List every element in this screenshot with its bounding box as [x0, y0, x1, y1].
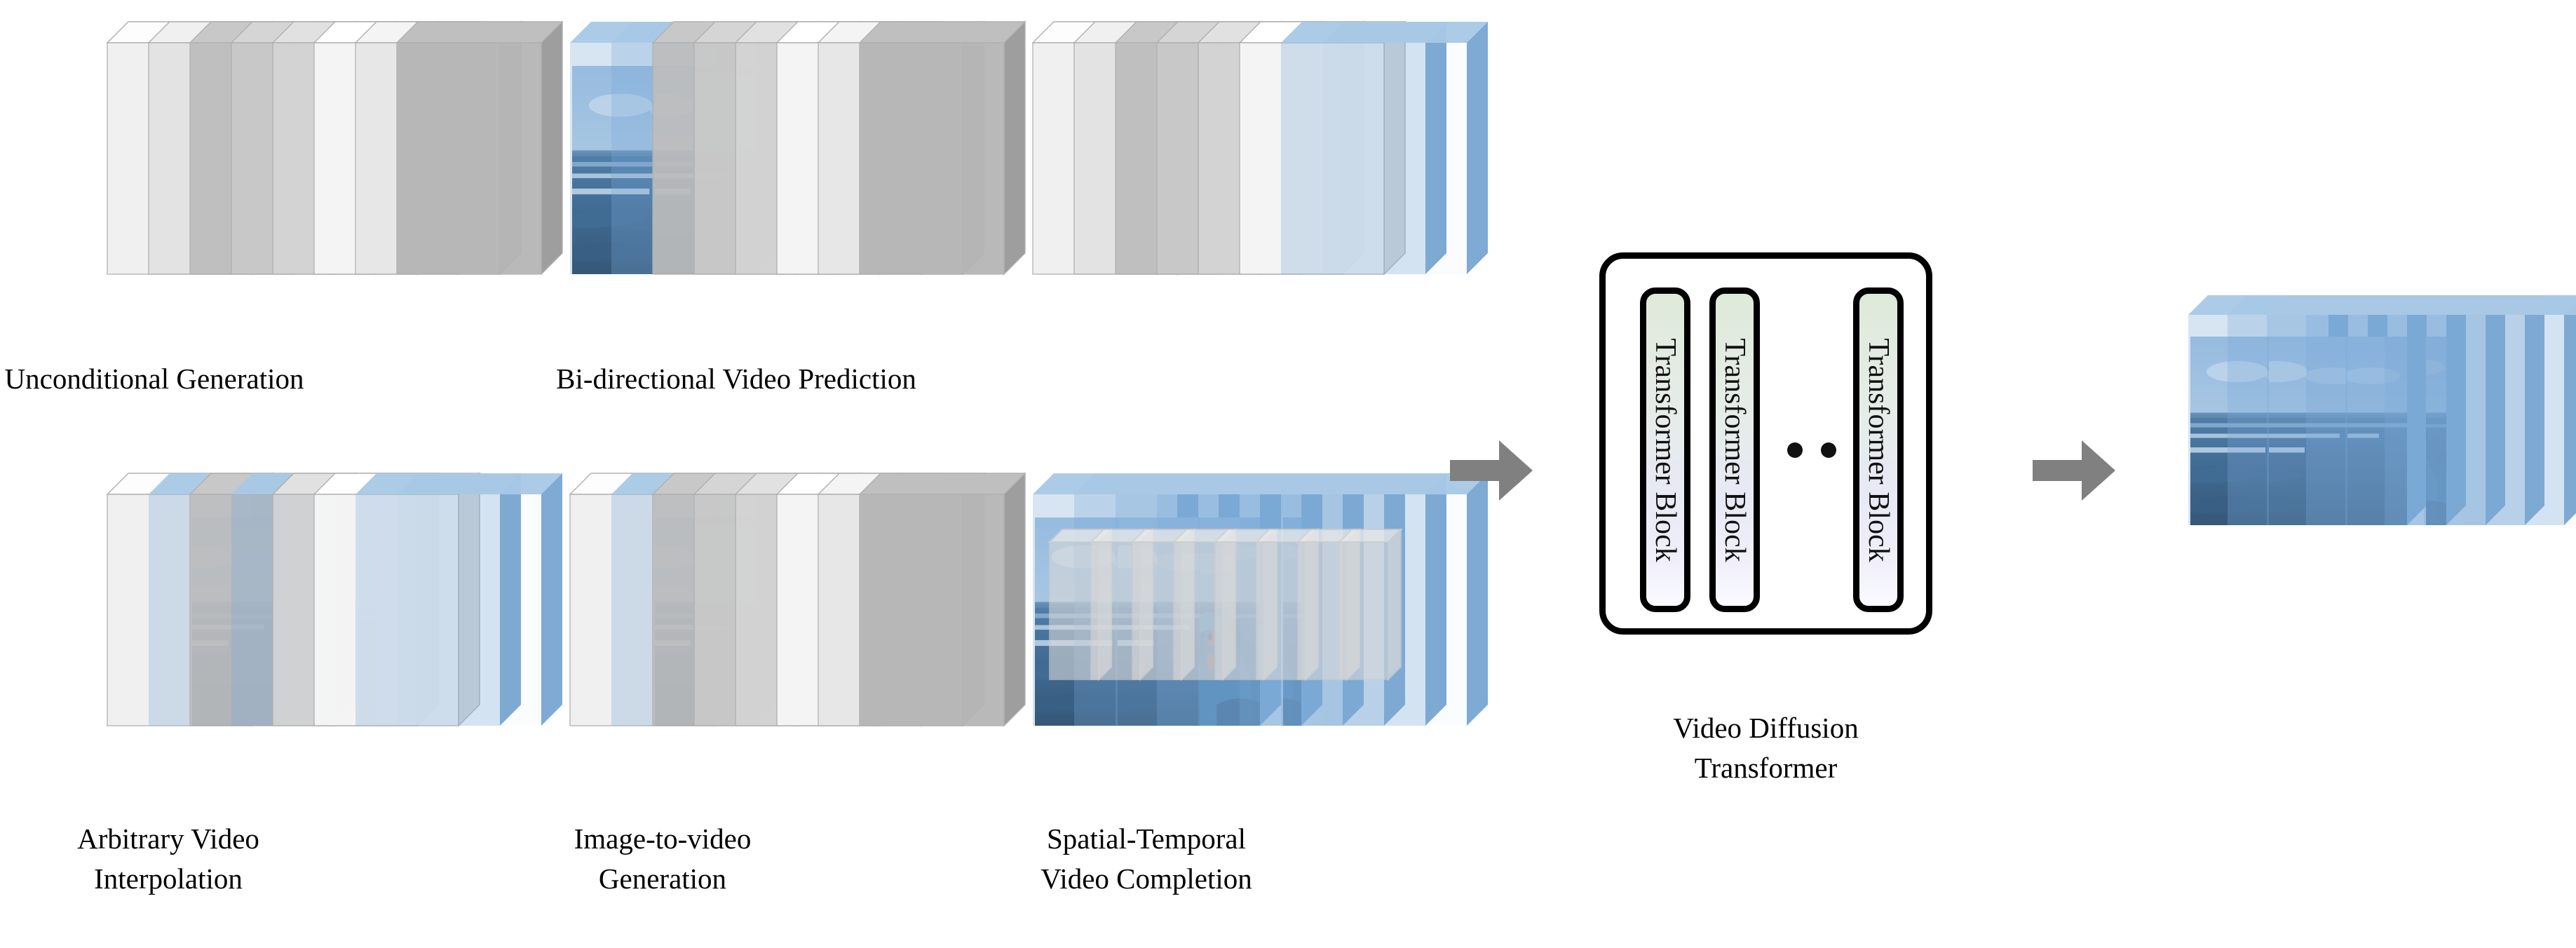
video-diffusion-transformer-container: Transformer Block Transformer Block Tran…	[1599, 252, 1932, 635]
arrow-model-to-output	[2033, 440, 2115, 501]
transformer-block-3[interactable]: Transformer Block	[1853, 287, 1904, 612]
transformer-block-2[interactable]: Transformer Block	[1709, 287, 1760, 612]
video-frame	[858, 20, 1026, 276]
figure-canvas: Unconditional Generation Bi-directional V…	[0, 0, 2576, 948]
frame-stack	[569, 472, 1026, 727]
mask-box	[1337, 527, 1403, 682]
frame-stack	[2188, 295, 2576, 525]
frame-stack	[570, 20, 1026, 276]
transformer-block-2-label: Transformer Block	[1719, 337, 1751, 562]
output-video-stack	[2186, 293, 2576, 527]
task-panel-bidirectional-video-prediction-end	[1031, 20, 1504, 276]
task-caption-bidirectional-video-prediction: Bi-directional Video Prediction	[556, 363, 916, 395]
video-frame	[2463, 295, 2576, 525]
video-frame	[1322, 22, 1488, 274]
transformer-block-1[interactable]: Transformer Block	[1640, 287, 1690, 612]
task-caption-arbitrary-video-interpolation: Arbitrary Video Interpolation	[77, 822, 259, 895]
task-panel-arbitrary-video-interpolation	[105, 471, 578, 728]
task-caption-unconditional-generation: Unconditional Generation	[4, 363, 304, 395]
transformer-block-1-label: Transformer Block	[1649, 337, 1681, 562]
video-frame	[395, 20, 564, 276]
frame-stack	[106, 472, 562, 727]
task-panel-bidirectional-video-prediction	[568, 20, 1041, 276]
video-frame	[858, 472, 1026, 727]
frame-stack	[1031, 20, 1488, 276]
video-frame	[397, 473, 562, 726]
task-caption-spatial-temporal-video-completion: Spatial-Temporal Video Completion	[1040, 822, 1252, 895]
task-panel-spatial-temporal-video-completion	[1031, 471, 1504, 728]
task-panel-image-to-video-generation	[568, 471, 1041, 728]
video-diffusion-transformer-caption: Video Diffusion Transformer	[1673, 712, 1859, 784]
frame-stack	[1033, 473, 1488, 726]
arrow-input-to-model	[1450, 440, 1533, 501]
task-panel-unconditional-generation	[105, 20, 578, 276]
frame-stack	[106, 20, 564, 276]
task-caption-image-to-video-generation: Image-to-video Generation	[574, 822, 752, 895]
transformer-block-3-label: Transformer Block	[1862, 337, 1894, 562]
